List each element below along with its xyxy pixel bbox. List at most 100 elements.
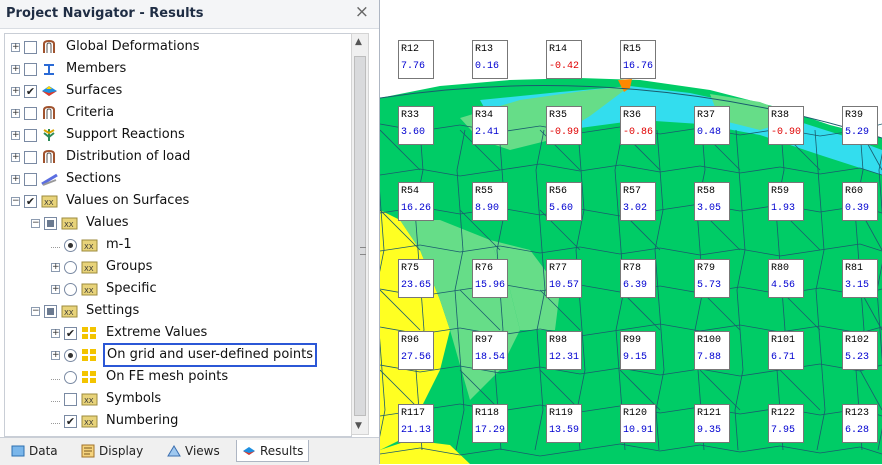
collapse-icon[interactable]: − [31, 306, 40, 316]
checkbox[interactable] [24, 40, 37, 54]
result-point-id: R117 [401, 408, 426, 419]
checkbox[interactable] [24, 172, 37, 186]
tree-line [51, 242, 60, 248]
tab-data[interactable]: Data [6, 440, 63, 462]
close-icon[interactable]: × [355, 2, 369, 22]
result-tag: R60 0.39 [842, 182, 878, 221]
expand-icon[interactable]: + [11, 64, 20, 74]
checkbox[interactable] [64, 392, 77, 406]
result-point-id: R57 [623, 186, 642, 197]
tab-display[interactable]: Display [76, 440, 148, 462]
result-value: 5.73 [697, 280, 722, 291]
result-tag: R117 21.13 [398, 404, 434, 443]
tree-item[interactable]: − XX Settings [31, 300, 142, 322]
expand-icon[interactable]: + [51, 350, 60, 360]
tree-item[interactable]: − ✔ XX Values on Surfaces [11, 190, 192, 212]
tree-item[interactable]: + Members [11, 58, 129, 80]
tree-item[interactable]: + Support Reactions [11, 124, 188, 146]
tree-item-label: Global Deformations [66, 39, 200, 54]
result-point-id: R12 [401, 44, 420, 55]
xx-icon: XX [81, 414, 98, 428]
results-graphic-view[interactable]: R12 7.76 R13 0.16 R14 -0.42 R15 16.76 R33 3.60 R34… [380, 0, 882, 464]
result-value: 27.56 [401, 352, 432, 363]
result-value: 6.71 [771, 352, 796, 363]
result-value: 6.28 [845, 425, 870, 436]
tree-item[interactable]: On FE mesh points [51, 366, 231, 388]
checkbox[interactable]: ✔ [24, 84, 37, 98]
tree-item[interactable]: + Distribution of load [11, 146, 193, 168]
tree-item[interactable]: + XX Groups [51, 256, 155, 278]
checkbox[interactable] [24, 128, 37, 142]
xx-icon: XX [81, 392, 98, 406]
result-value: 23.65 [401, 280, 432, 291]
tree-item-label: On grid and user-defined points [103, 343, 317, 367]
checkbox[interactable] [44, 304, 57, 318]
tree-item[interactable]: + Sections [11, 168, 124, 190]
deformation-icon [41, 150, 58, 164]
tree-item[interactable]: + On grid and user-defined points [51, 343, 317, 367]
checkbox[interactable] [24, 106, 37, 120]
result-tag: R101 6.71 [768, 331, 804, 370]
result-tag: R78 6.39 [620, 259, 656, 298]
tree-item[interactable]: + Criteria [11, 102, 117, 124]
tab-results[interactable]: Results [236, 440, 310, 462]
result-point-id: R101 [771, 335, 796, 346]
tree-item[interactable]: + XX Specific [51, 278, 160, 300]
tree-item[interactable]: XX m-1 [51, 234, 135, 256]
result-point-id: R35 [549, 110, 568, 121]
result-point-id: R121 [697, 408, 722, 419]
result-value: 3.02 [623, 203, 648, 214]
tree-item[interactable]: + ✔ Extreme Values [51, 322, 210, 344]
checkbox[interactable]: ✔ [24, 194, 37, 208]
collapse-icon[interactable]: − [11, 196, 20, 206]
data-icon [11, 444, 25, 458]
radio-button[interactable] [64, 260, 77, 274]
radio-button[interactable] [64, 282, 77, 296]
radio-button[interactable] [64, 238, 77, 252]
result-tag: R35 -0.99 [546, 106, 582, 145]
tree-item[interactable]: XX Symbols [51, 388, 164, 410]
result-tag: R100 7.88 [694, 331, 730, 370]
tree-item[interactable]: + ✔ Surfaces [11, 80, 125, 102]
checkbox[interactable] [24, 150, 37, 164]
radio-button[interactable] [64, 348, 77, 362]
expand-icon[interactable]: + [11, 174, 20, 184]
collapse-icon[interactable]: − [31, 218, 40, 228]
tree-item-label: Distribution of load [66, 149, 191, 164]
tab-views[interactable]: Views [162, 440, 225, 462]
grid-icon [81, 326, 98, 340]
tree-item[interactable]: ✔ XX Numbering [51, 410, 181, 432]
tree-item[interactable]: − XX Values [31, 212, 131, 234]
result-point-id: R120 [623, 408, 648, 419]
expand-icon[interactable]: + [11, 152, 20, 162]
expand-icon[interactable]: + [11, 42, 20, 52]
svg-text:XX: XX [84, 265, 94, 273]
tree-scrollbar[interactable]: ▲ ▼ [351, 33, 369, 435]
tree-item[interactable]: + Global Deformations [11, 36, 203, 58]
scroll-up-icon[interactable]: ▲ [355, 37, 362, 47]
checkbox[interactable]: ✔ [64, 414, 77, 428]
expand-icon[interactable]: + [51, 284, 60, 294]
radio-button[interactable] [64, 370, 77, 384]
checkbox[interactable] [24, 62, 37, 76]
expand-icon[interactable]: + [51, 262, 60, 272]
support-icon [41, 128, 58, 142]
svg-text:XX: XX [84, 419, 94, 427]
checkbox[interactable] [44, 216, 57, 230]
result-tag: R75 23.65 [398, 259, 434, 298]
deformation-icon [41, 106, 58, 120]
result-value: 17.29 [475, 425, 506, 436]
checkbox[interactable]: ✔ [64, 326, 77, 340]
result-tag: R96 27.56 [398, 331, 434, 370]
scrollbar-thumb[interactable] [354, 56, 366, 416]
expand-icon[interactable]: + [11, 86, 20, 96]
scroll-down-icon[interactable]: ▼ [355, 421, 362, 431]
tree-item-label: Criteria [66, 105, 115, 120]
expand-icon[interactable]: + [11, 108, 20, 118]
result-point-id: R58 [697, 186, 716, 197]
result-value: -0.42 [549, 61, 580, 72]
result-value: 21.13 [401, 425, 432, 436]
expand-icon[interactable]: + [11, 130, 20, 140]
expand-icon[interactable]: + [51, 328, 60, 338]
result-value: -0.99 [549, 127, 580, 138]
